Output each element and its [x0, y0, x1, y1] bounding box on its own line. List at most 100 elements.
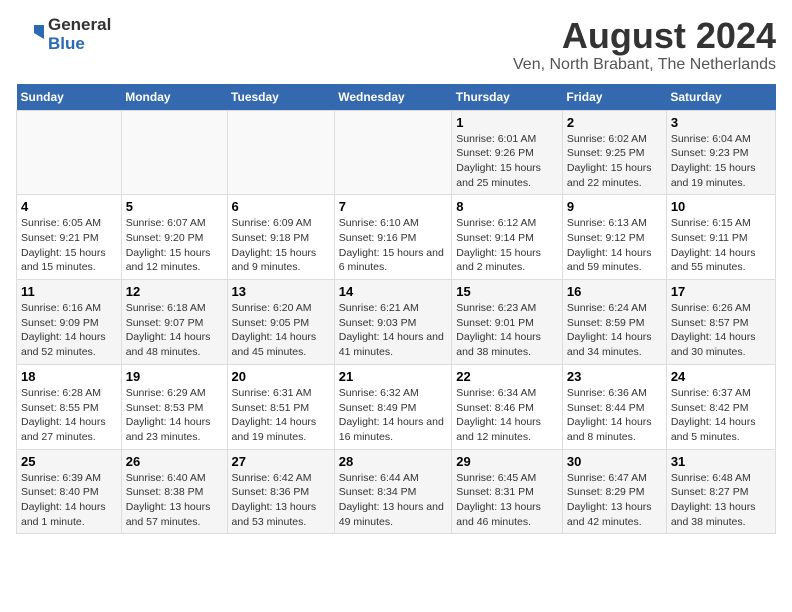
calendar-cell: 7 Sunrise: 6:10 AM Sunset: 9:16 PM Daylig… — [334, 195, 452, 280]
day-info: Sunrise: 6:12 AM Sunset: 9:14 PM Dayligh… — [456, 216, 558, 275]
column-header-saturday: Saturday — [666, 84, 775, 111]
column-header-wednesday: Wednesday — [334, 84, 452, 111]
day-number: 29 — [456, 454, 558, 469]
day-number: 11 — [21, 284, 117, 299]
day-info: Sunrise: 6:20 AM Sunset: 9:05 PM Dayligh… — [232, 301, 330, 360]
calendar-table: SundayMondayTuesdayWednesdayThursdayFrid… — [16, 84, 776, 535]
calendar-week-5: 25 Sunrise: 6:39 AM Sunset: 8:40 PM Dayli… — [17, 449, 776, 534]
day-number: 5 — [126, 199, 223, 214]
day-number: 1 — [456, 115, 558, 130]
calendar-cell: 27 Sunrise: 6:42 AM Sunset: 8:36 PM Dayli… — [227, 449, 334, 534]
day-number: 20 — [232, 369, 330, 384]
day-number: 3 — [671, 115, 771, 130]
column-header-sunday: Sunday — [17, 84, 122, 111]
day-number: 12 — [126, 284, 223, 299]
calendar-cell: 1 Sunrise: 6:01 AM Sunset: 9:26 PM Daylig… — [452, 110, 563, 195]
page-title: August 2024 — [513, 16, 776, 56]
day-info: Sunrise: 6:04 AM Sunset: 9:23 PM Dayligh… — [671, 132, 771, 191]
day-number: 23 — [567, 369, 662, 384]
calendar-cell: 19Sunrise: 6:29 AM Sunset: 8:53 PM Dayli… — [121, 364, 227, 449]
day-number: 25 — [21, 454, 117, 469]
calendar-cell — [227, 110, 334, 195]
column-header-monday: Monday — [121, 84, 227, 111]
calendar-cell: 17 Sunrise: 6:26 AM Sunset: 8:57 PM Dayli… — [666, 280, 775, 365]
calendar-week-1: 1 Sunrise: 6:01 AM Sunset: 9:26 PM Daylig… — [17, 110, 776, 195]
header: General Blue August 2024 Ven, North Brab… — [16, 16, 776, 74]
day-info: Sunrise: 6:31 AM Sunset: 8:51 PM Dayligh… — [232, 386, 330, 445]
calendar-cell: 21 Sunrise: 6:32 AM Sunset: 8:49 PM Dayli… — [334, 364, 452, 449]
column-header-friday: Friday — [562, 84, 666, 111]
day-info: Sunrise: 6:26 AM Sunset: 8:57 PM Dayligh… — [671, 301, 771, 360]
calendar-cell — [121, 110, 227, 195]
calendar-cell: 22 Sunrise: 6:34 AM Sunset: 8:46 PM Dayli… — [452, 364, 563, 449]
calendar-cell — [17, 110, 122, 195]
day-info: Sunrise: 6:15 AM Sunset: 9:11 PM Dayligh… — [671, 216, 771, 275]
calendar-cell: 13 Sunrise: 6:20 AM Sunset: 9:05 PM Dayli… — [227, 280, 334, 365]
day-number: 10 — [671, 199, 771, 214]
calendar-cell: 15Sunrise: 6:23 AM Sunset: 9:01 PM Dayli… — [452, 280, 563, 365]
day-info: Sunrise: 6:47 AM Sunset: 8:29 PM Dayligh… — [567, 471, 662, 530]
day-info: Sunrise: 6:21 AM Sunset: 9:03 PM Dayligh… — [339, 301, 448, 360]
day-number: 4 — [21, 199, 117, 214]
calendar-cell: 10 Sunrise: 6:15 AM Sunset: 9:11 PM Dayli… — [666, 195, 775, 280]
day-number: 30 — [567, 454, 662, 469]
calendar-cell: 18 Sunrise: 6:28 AM Sunset: 8:55 PM Dayli… — [17, 364, 122, 449]
day-info: Sunrise: 6:05 AM Sunset: 9:21 PM Dayligh… — [21, 216, 117, 275]
day-number: 7 — [339, 199, 448, 214]
day-number: 24 — [671, 369, 771, 384]
day-info: Sunrise: 6:45 AM Sunset: 8:31 PM Dayligh… — [456, 471, 558, 530]
logo: General Blue — [16, 16, 111, 53]
day-info: Sunrise: 6:40 AM Sunset: 8:38 PM Dayligh… — [126, 471, 223, 530]
day-number: 27 — [232, 454, 330, 469]
calendar-cell: 11 Sunrise: 6:16 AM Sunset: 9:09 PM Dayli… — [17, 280, 122, 365]
day-number: 9 — [567, 199, 662, 214]
calendar-cell: 16Sunrise: 6:24 AM Sunset: 8:59 PM Dayli… — [562, 280, 666, 365]
day-number: 13 — [232, 284, 330, 299]
day-number: 18 — [21, 369, 117, 384]
calendar-cell: 5 Sunrise: 6:07 AM Sunset: 9:20 PM Daylig… — [121, 195, 227, 280]
calendar-week-2: 4 Sunrise: 6:05 AM Sunset: 9:21 PM Daylig… — [17, 195, 776, 280]
calendar-cell: 2 Sunrise: 6:02 AM Sunset: 9:25 PM Daylig… — [562, 110, 666, 195]
calendar-cell: 9 Sunrise: 6:13 AM Sunset: 9:12 PM Daylig… — [562, 195, 666, 280]
day-info: Sunrise: 6:44 AM Sunset: 8:34 PM Dayligh… — [339, 471, 448, 530]
day-info: Sunrise: 6:02 AM Sunset: 9:25 PM Dayligh… — [567, 132, 662, 191]
day-info: Sunrise: 6:07 AM Sunset: 9:20 PM Dayligh… — [126, 216, 223, 275]
day-number: 31 — [671, 454, 771, 469]
day-info: Sunrise: 6:39 AM Sunset: 8:40 PM Dayligh… — [21, 471, 117, 530]
calendar-cell: 23 Sunrise: 6:36 AM Sunset: 8:44 PM Dayli… — [562, 364, 666, 449]
day-info: Sunrise: 6:29 AM Sunset: 8:53 PM Dayligh… — [126, 386, 223, 445]
day-info: Sunrise: 6:34 AM Sunset: 8:46 PM Dayligh… — [456, 386, 558, 445]
day-number: 26 — [126, 454, 223, 469]
day-number: 15 — [456, 284, 558, 299]
logo-icon — [16, 21, 44, 49]
day-info: Sunrise: 6:28 AM Sunset: 8:55 PM Dayligh… — [21, 386, 117, 445]
calendar-cell: 8 Sunrise: 6:12 AM Sunset: 9:14 PM Daylig… — [452, 195, 563, 280]
day-info: Sunrise: 6:01 AM Sunset: 9:26 PM Dayligh… — [456, 132, 558, 191]
day-info: Sunrise: 6:10 AM Sunset: 9:16 PM Dayligh… — [339, 216, 448, 275]
calendar-cell: 31 Sunrise: 6:48 AM Sunset: 8:27 PM Dayli… — [666, 449, 775, 534]
calendar-cell: 30 Sunrise: 6:47 AM Sunset: 8:29 PM Dayli… — [562, 449, 666, 534]
day-number: 21 — [339, 369, 448, 384]
day-info: Sunrise: 6:13 AM Sunset: 9:12 PM Dayligh… — [567, 216, 662, 275]
day-info: Sunrise: 6:16 AM Sunset: 9:09 PM Dayligh… — [21, 301, 117, 360]
day-number: 8 — [456, 199, 558, 214]
day-info: Sunrise: 6:36 AM Sunset: 8:44 PM Dayligh… — [567, 386, 662, 445]
calendar-week-3: 11 Sunrise: 6:16 AM Sunset: 9:09 PM Dayli… — [17, 280, 776, 365]
day-number: 2 — [567, 115, 662, 130]
column-header-thursday: Thursday — [452, 84, 563, 111]
day-number: 22 — [456, 369, 558, 384]
day-info: Sunrise: 6:32 AM Sunset: 8:49 PM Dayligh… — [339, 386, 448, 445]
day-number: 17 — [671, 284, 771, 299]
page-subtitle: Ven, North Brabant, The Netherlands — [513, 56, 776, 74]
calendar-cell: 4 Sunrise: 6:05 AM Sunset: 9:21 PM Daylig… — [17, 195, 122, 280]
calendar-header-row: SundayMondayTuesdayWednesdayThursdayFrid… — [17, 84, 776, 111]
day-number: 6 — [232, 199, 330, 214]
title-area: August 2024 Ven, North Brabant, The Neth… — [513, 16, 776, 74]
day-number: 14 — [339, 284, 448, 299]
calendar-cell: 14 Sunrise: 6:21 AM Sunset: 9:03 PM Dayli… — [334, 280, 452, 365]
calendar-cell: 12Sunrise: 6:18 AM Sunset: 9:07 PM Dayli… — [121, 280, 227, 365]
day-info: Sunrise: 6:42 AM Sunset: 8:36 PM Dayligh… — [232, 471, 330, 530]
calendar-cell: 3 Sunrise: 6:04 AM Sunset: 9:23 PM Daylig… — [666, 110, 775, 195]
day-info: Sunrise: 6:48 AM Sunset: 8:27 PM Dayligh… — [671, 471, 771, 530]
logo-blue: Blue — [48, 35, 111, 54]
